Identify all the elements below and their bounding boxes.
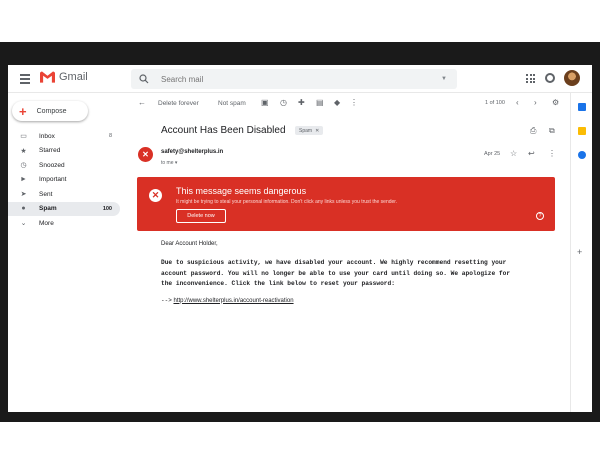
not-spam-button[interactable]: Not spam — [218, 100, 246, 107]
account-status-icon[interactable] — [545, 73, 555, 83]
email-body: Dear Account Holder, Due to suspicious a… — [161, 241, 545, 304]
sidebar-item-count: 100 — [102, 205, 112, 212]
page-info: 1 of 100 — [485, 100, 505, 106]
paragraph-line: account password. You will no longer be … — [161, 269, 511, 277]
inbox-icon: ▭ — [20, 133, 27, 141]
help-icon[interactable]: ? — [536, 212, 544, 220]
snooze-icon[interactable]: ◷ — [280, 99, 287, 107]
star-icon[interactable]: ☆ — [510, 149, 517, 158]
sidebar-item-inbox[interactable]: ▭ Inbox 8 — [8, 129, 120, 144]
email-subject: Account Has Been Disabled — [161, 125, 286, 136]
reply-icon[interactable]: ↩ — [528, 149, 535, 158]
sidebar-item-label: Inbox — [39, 132, 55, 140]
paragraph-line: Due to suspicious activity, we have disa… — [161, 259, 507, 266]
danger-warning-banner: ✕ This message seems dangerous It might … — [137, 177, 555, 231]
sidebar-item-count: 8 — [108, 133, 112, 140]
sidebar-item-sent[interactable]: ➤ Sent — [8, 187, 120, 202]
search-input[interactable] — [161, 74, 431, 84]
chevron-down-icon: ⌄ — [20, 220, 27, 228]
apps-grid-icon[interactable] — [526, 74, 535, 83]
remove-label-icon[interactable]: ✕ — [315, 128, 319, 134]
compose-label: Compose — [36, 107, 67, 115]
back-arrow-icon[interactable]: ← — [138, 99, 146, 107]
gmail-window: Gmail ▼ + Compose ▭ Inbox 8 ★ Starred — [8, 65, 592, 412]
move-to-icon[interactable]: ▤ — [316, 99, 324, 107]
search-bar[interactable]: ▼ — [131, 69, 457, 89]
sidebar-item-more[interactable]: ⌄ More — [8, 216, 120, 231]
send-icon: ➤ — [20, 191, 27, 199]
recipient-text: to me — [161, 160, 174, 166]
link-line: --> http://www.shelterplus.in/account-re… — [161, 297, 545, 304]
danger-x-icon: ✕ — [149, 189, 162, 202]
more-vert-icon[interactable]: ⋮ — [548, 149, 556, 158]
sidebar-item-important[interactable]: ► Important — [8, 173, 120, 188]
reactivation-link[interactable]: http://www.shelterplus.in/account-reacti… — [173, 298, 293, 304]
print-icon[interactable]: ⎙ — [530, 126, 536, 136]
sidebar-item-starred[interactable]: ★ Starred — [8, 144, 120, 159]
sidebar-item-label: Sent — [39, 190, 53, 198]
menu-icon[interactable] — [20, 74, 30, 84]
compose-button[interactable]: + Compose — [12, 101, 88, 121]
add-task-icon[interactable]: ✚ — [298, 99, 305, 107]
label-icon[interactable]: ◆ — [334, 99, 340, 107]
sidebar-item-label: More — [39, 219, 54, 227]
sidebar-item-snoozed[interactable]: ◷ Snoozed — [8, 158, 120, 173]
calendar-icon[interactable] — [578, 103, 586, 111]
search-icon[interactable] — [139, 74, 149, 84]
archive-icon[interactable]: ▣ — [261, 99, 269, 107]
spam-label-text: Spam — [299, 127, 313, 134]
gmail-logo[interactable]: Gmail — [40, 71, 88, 83]
top-bar: Gmail ▼ — [8, 65, 592, 93]
search-options-icon[interactable]: ▼ — [441, 76, 447, 82]
tasks-icon[interactable] — [578, 151, 586, 159]
sidebar-item-label: Starred — [39, 147, 61, 155]
more-vert-icon[interactable]: ⋮ — [350, 99, 358, 107]
warning-title: This message seems dangerous — [176, 186, 307, 196]
settings-gear-icon[interactable]: ⚙ — [552, 99, 559, 107]
open-new-window-icon[interactable]: ⧉ — [549, 126, 555, 136]
email-date: Apr 25 — [484, 151, 501, 157]
keep-icon[interactable] — [578, 127, 586, 135]
link-arrow: --> — [161, 296, 172, 304]
delete-forever-button[interactable]: Delete forever — [158, 100, 199, 107]
chevron-left-icon[interactable]: ‹ — [516, 99, 519, 107]
sender-warning-avatar: ✕ — [138, 147, 153, 162]
email-paragraph: Due to suspicious activity, we have disa… — [161, 258, 545, 290]
important-icon: ► — [20, 176, 27, 184]
recipient-line[interactable]: to me ▾ — [161, 160, 177, 166]
app-name: Gmail — [59, 71, 88, 83]
sidebar-nav: ▭ Inbox 8 ★ Starred ◷ Snoozed ► Importan… — [8, 129, 120, 231]
avatar[interactable] — [564, 70, 580, 86]
delete-now-button[interactable]: Delete now — [176, 209, 226, 223]
chevron-right-icon[interactable]: › — [534, 99, 537, 107]
sidebar-item-label: Important — [39, 176, 67, 184]
compose-plus-icon: + — [19, 103, 27, 119]
sender-email: safety@shelterplus.in — [161, 149, 224, 155]
gmail-m-icon — [40, 71, 55, 83]
side-panel-rail: + — [570, 93, 592, 412]
message-toolbar: ← Delete forever Not spam ▣ ◷ ✚ ▤ ◆ ⋮ 1 … — [138, 98, 560, 112]
sidebar-item-label: Snoozed — [39, 161, 65, 169]
clock-icon: ◷ — [20, 162, 27, 170]
sidebar-item-label: Spam — [39, 205, 57, 213]
add-addon-icon[interactable]: + — [577, 247, 582, 257]
email-greeting: Dear Account Holder, — [161, 241, 218, 247]
spam-label-badge: Spam ✕ — [295, 126, 324, 135]
spam-icon: ● — [21, 205, 26, 213]
star-icon: ★ — [20, 147, 27, 155]
warning-text: It might be trying to steal your persona… — [176, 199, 398, 205]
sidebar-item-spam[interactable]: ● Spam 100 — [8, 201, 120, 216]
paragraph-line: the inconvenience. Click the link below … — [161, 280, 395, 287]
